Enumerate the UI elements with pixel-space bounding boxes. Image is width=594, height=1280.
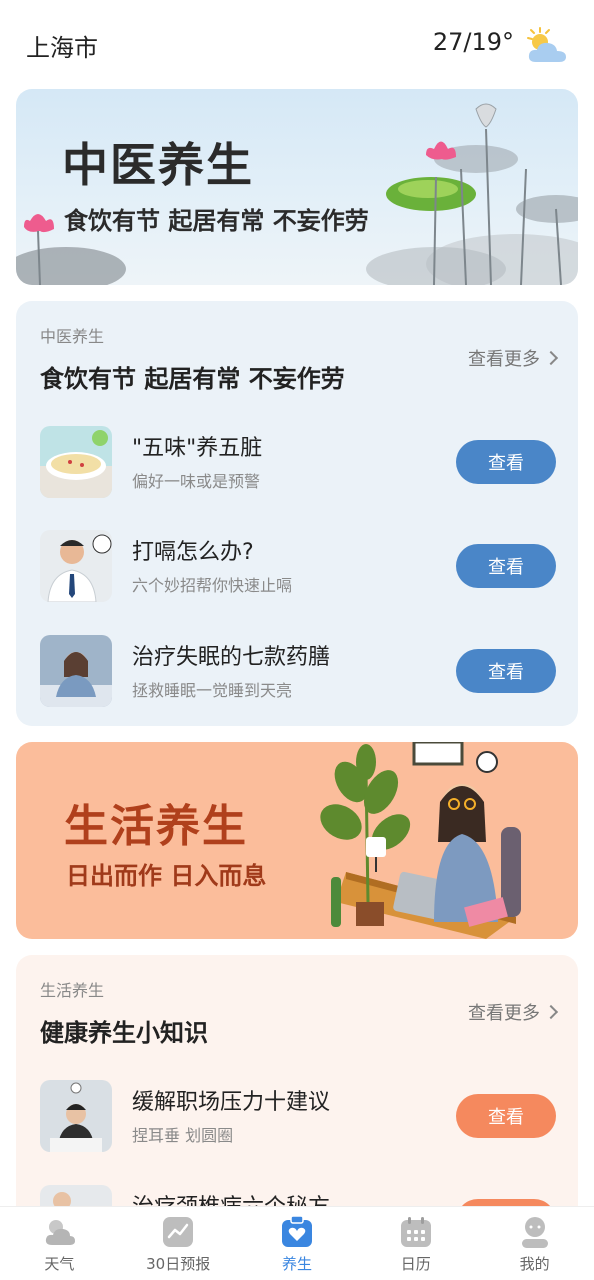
view-button[interactable]: 查看 — [456, 544, 556, 588]
tab-label: 我的 — [519, 1255, 550, 1273]
tcm-banner[interactable]: 中医养生 食饮有节 起居有常 不妄作劳 — [16, 89, 578, 285]
list-item[interactable]: 打嗝怎么办? 六个妙招帮你快速止嗝 查看 — [40, 530, 556, 602]
view-more-label: 查看更多 — [468, 1003, 540, 1024]
view-more-link[interactable]: 查看更多 — [468, 999, 559, 1025]
tab-calendar[interactable]: 日历 — [356, 1207, 475, 1280]
tab-profile[interactable]: 我的 — [475, 1207, 594, 1280]
life-banner[interactable]: 生活养生 日出而作 日入而息 — [16, 742, 578, 939]
profile-icon — [521, 1217, 548, 1248]
tab-label: 天气 — [44, 1255, 75, 1273]
life-banner-title: 生活养生 — [64, 801, 248, 852]
card-eyebrow: 生活养生 — [40, 981, 105, 1000]
view-button[interactable]: 查看 — [456, 649, 556, 693]
life-banner-subtitle: 日出而作 日入而息 — [66, 862, 267, 890]
view-more-label: 查看更多 — [468, 349, 540, 370]
temperature-range: 27/19° — [432, 28, 514, 56]
item-title: 缓解职场压力十建议 — [132, 1090, 331, 1115]
tab-label: 日历 — [400, 1255, 431, 1273]
item-subtitle: 捏耳垂 划圆圈 — [132, 1126, 234, 1145]
card-title: 食饮有节 起居有常 不妄作劳 — [40, 365, 345, 393]
tab-label: 养生 — [281, 1255, 312, 1273]
list-item[interactable]: 缓解职场压力十建议 捏耳垂 划圆圈 查看 — [40, 1080, 556, 1152]
tab-30day-forecast[interactable]: 30日预报 — [119, 1207, 238, 1280]
soup-bowl-thumbnail — [40, 426, 112, 498]
heart-clipboard-icon — [281, 1215, 312, 1247]
view-button[interactable]: 查看 — [456, 440, 556, 484]
hiccup-man-thumbnail — [40, 530, 112, 602]
item-title: 治疗失眠的七款药膳 — [132, 645, 331, 670]
tab-weather[interactable]: 天气 — [0, 1207, 119, 1280]
tab-health[interactable]: 养生 — [238, 1207, 357, 1280]
top-header: 上海市 27/19° — [0, 0, 594, 88]
item-title: 打嗝怎么办? — [132, 540, 254, 565]
item-title: "五味"养五脏 — [132, 436, 263, 461]
office-stress-thumbnail — [40, 1080, 112, 1152]
item-subtitle: 偏好一味或是预警 — [132, 472, 261, 491]
item-subtitle: 六个妙招帮你快速止嗝 — [132, 576, 293, 595]
list-item[interactable]: 治疗失眠的七款药膳 拯救睡眠一觉睡到天亮 查看 — [40, 635, 556, 707]
tcm-banner-title: 中医养生 — [62, 138, 254, 192]
bottom-tab-bar: 天气 30日预报 养生 日历 我的 — [0, 1206, 594, 1280]
chevron-right-icon — [543, 350, 559, 366]
card-eyebrow: 中医养生 — [40, 327, 105, 346]
tab-label: 30日预报 — [146, 1255, 211, 1273]
calendar-icon — [400, 1217, 431, 1247]
chevron-right-icon — [543, 1004, 559, 1020]
partly-cloudy-icon — [527, 27, 566, 62]
tcm-banner-subtitle: 食饮有节 起居有常 不妄作劳 — [64, 207, 369, 235]
card-title: 健康养生小知识 — [40, 1019, 208, 1047]
tcm-article-card: 中医养生 食饮有节 起居有常 不妄作劳 查看更多 "五味"养五脏 偏好一味或是预… — [16, 301, 578, 726]
list-item[interactable]: "五味"养五脏 偏好一味或是预警 查看 — [40, 426, 556, 498]
insomnia-woman-thumbnail — [40, 635, 112, 707]
view-button[interactable]: 查看 — [456, 1094, 556, 1138]
weather-icon — [46, 1220, 76, 1245]
view-more-link[interactable]: 查看更多 — [468, 345, 559, 371]
trend-chart-icon — [163, 1217, 194, 1247]
item-subtitle: 拯救睡眠一觉睡到天亮 — [132, 681, 293, 700]
city-name[interactable]: 上海市 — [26, 28, 98, 63]
